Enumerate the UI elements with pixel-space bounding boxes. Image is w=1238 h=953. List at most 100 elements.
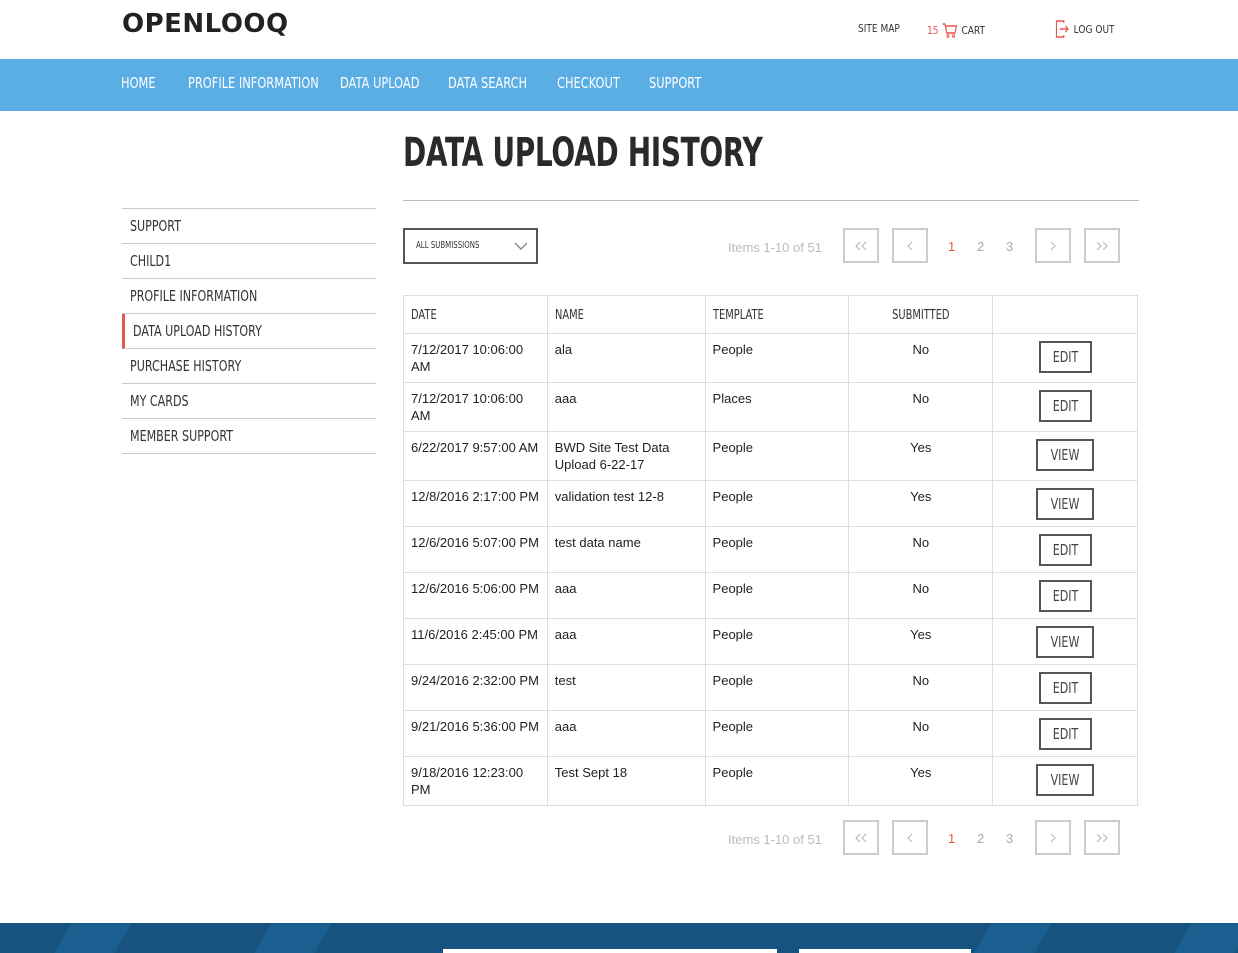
column-header-date: DATE — [403, 295, 548, 334]
button-label: EDIT — [1052, 397, 1078, 415]
cell-date: 7/12/2017 10:06:00 AM — [403, 333, 548, 383]
cell-name: BWD Site Test Data Upload 6-22-17 — [546, 431, 706, 481]
column-header-template: TEMPLATE — [704, 295, 850, 334]
logo[interactable]: OPENLOOQ — [122, 9, 289, 39]
table-row: 12/8/2016 2:17:00 PM validation test 12-8… — [403, 480, 1138, 527]
cell-template: People — [704, 710, 850, 757]
site-map-link[interactable]: SITE MAP — [858, 22, 900, 35]
page-2-link[interactable]: 2 — [977, 239, 984, 254]
sidebar-item-purchase-history[interactable]: PURCHASE HISTORY — [122, 349, 376, 384]
cell-date: 6/22/2017 9:57:00 AM — [403, 431, 548, 481]
view-button[interactable]: VIEW — [1036, 439, 1095, 471]
table-row: 7/12/2017 10:06:00 AM ala People No EDIT — [403, 333, 1138, 383]
double-chevron-left-icon — [855, 833, 867, 842]
edit-button[interactable]: EDIT — [1038, 390, 1092, 422]
last-page-button[interactable] — [1084, 228, 1120, 263]
table-row: 9/21/2016 5:36:00 PM aaa People No EDIT — [403, 710, 1138, 757]
view-button[interactable]: VIEW — [1036, 764, 1095, 796]
table-row: 9/24/2016 2:32:00 PM test People No EDIT — [403, 664, 1138, 711]
logout-link[interactable]: LOG OUT — [1054, 19, 1115, 39]
sidebar-item-my-cards[interactable]: MY CARDS — [122, 384, 376, 419]
page-2-link[interactable]: 2 — [977, 831, 984, 846]
nav-home[interactable]: HOME — [121, 74, 156, 92]
chevron-right-icon — [1050, 833, 1056, 842]
chevron-left-icon — [907, 241, 913, 250]
page-1-link[interactable]: 1 — [948, 831, 955, 846]
button-label: EDIT — [1052, 679, 1078, 697]
table-row: 11/6/2016 2:45:00 PM aaa People Yes VIEW — [403, 618, 1138, 665]
filter-selected-value: ALL SUBMISSIONS — [416, 240, 480, 251]
cell-action: EDIT — [992, 526, 1138, 573]
cell-action: VIEW — [992, 480, 1138, 527]
nav-checkout[interactable]: CHECKOUT — [557, 74, 620, 92]
cell-action: VIEW — [992, 756, 1138, 806]
pagination-bottom: Items 1-10 of 51 1 2 3 — [700, 820, 1140, 856]
cell-template: People — [704, 431, 850, 481]
prev-page-button[interactable] — [892, 228, 928, 263]
button-label: VIEW — [1050, 495, 1080, 513]
cell-date: 9/21/2016 5:36:00 PM — [403, 710, 548, 757]
nav-data-upload[interactable]: DATA UPLOAD — [340, 74, 420, 92]
sidebar: SUPPORT CHILD1 PROFILE INFORMATION DATA … — [122, 208, 376, 454]
sidebar-item-member-support[interactable]: MEMBER SUPPORT — [122, 419, 376, 454]
table-row: 12/6/2016 5:07:00 PM test data name People… — [403, 526, 1138, 573]
footer-button-box[interactable] — [799, 949, 971, 953]
edit-button[interactable]: EDIT — [1038, 341, 1092, 373]
cell-submitted: Yes — [848, 480, 994, 527]
footer-decoration — [968, 923, 1052, 953]
cart-link[interactable]: 15 CART — [927, 22, 985, 38]
button-label: EDIT — [1052, 348, 1078, 366]
column-header-submitted: SUBMITTED — [848, 295, 994, 334]
cell-template: People — [704, 480, 850, 527]
main-nav: HOME PROFILE INFORMATION DATA UPLOAD DAT… — [0, 59, 1238, 111]
cell-name: test — [546, 664, 706, 711]
prev-page-button[interactable] — [892, 820, 928, 855]
button-label: VIEW — [1050, 633, 1080, 651]
cell-name: aaa — [546, 618, 706, 665]
view-button[interactable]: VIEW — [1036, 626, 1095, 658]
sidebar-item-label: CHILD1 — [130, 252, 172, 270]
last-page-button[interactable] — [1084, 820, 1120, 855]
page-1-link[interactable]: 1 — [948, 239, 955, 254]
table-row: 7/12/2017 10:06:00 AM aaa Places No EDIT — [403, 382, 1138, 432]
cell-submitted: No — [848, 333, 994, 383]
pagination-top: Items 1-10 of 51 1 2 3 — [700, 228, 1140, 264]
cell-template: People — [704, 526, 850, 573]
edit-button[interactable]: EDIT — [1038, 580, 1092, 612]
table-row: 9/18/2016 12:23:00 PM Test Sept 18 People Y… — [403, 756, 1138, 806]
column-header-actions — [992, 295, 1138, 334]
first-page-button[interactable] — [843, 820, 879, 855]
edit-button[interactable]: EDIT — [1038, 534, 1092, 566]
nav-profile-information[interactable]: PROFILE INFORMATION — [188, 74, 319, 92]
sidebar-item-child1[interactable]: CHILD1 — [122, 244, 376, 279]
sidebar-item-support[interactable]: SUPPORT — [122, 209, 376, 244]
page-3-link[interactable]: 3 — [1006, 831, 1013, 846]
button-label: EDIT — [1052, 725, 1078, 743]
next-page-button[interactable] — [1035, 820, 1071, 855]
cell-submitted: Yes — [848, 618, 994, 665]
cell-name: aaa — [546, 572, 706, 619]
nav-support[interactable]: SUPPORT — [649, 74, 701, 92]
page-3-link[interactable]: 3 — [1006, 239, 1013, 254]
edit-button[interactable]: EDIT — [1038, 672, 1092, 704]
cell-action: VIEW — [992, 431, 1138, 481]
cell-action: EDIT — [992, 382, 1138, 432]
edit-button[interactable]: EDIT — [1038, 718, 1092, 750]
cell-submitted: No — [848, 664, 994, 711]
title-divider — [403, 200, 1139, 201]
next-page-button[interactable] — [1035, 228, 1071, 263]
items-count-label: Items 1-10 of 51 — [728, 832, 822, 847]
cell-action: EDIT — [992, 664, 1138, 711]
submissions-filter-select[interactable]: ALL SUBMISSIONS — [403, 228, 538, 264]
nav-data-search[interactable]: DATA SEARCH — [448, 74, 527, 92]
double-chevron-right-icon — [1096, 833, 1108, 842]
cell-template: People — [704, 756, 850, 806]
cell-submitted: No — [848, 526, 994, 573]
first-page-button[interactable] — [843, 228, 879, 263]
sidebar-item-data-upload-history[interactable]: DATA UPLOAD HISTORY — [122, 314, 376, 349]
footer — [0, 923, 1238, 953]
sidebar-item-profile-information[interactable]: PROFILE INFORMATION — [122, 279, 376, 314]
view-button[interactable]: VIEW — [1036, 488, 1095, 520]
footer-input-box[interactable] — [443, 949, 777, 953]
table-row: 12/6/2016 5:06:00 PM aaa People No EDIT — [403, 572, 1138, 619]
